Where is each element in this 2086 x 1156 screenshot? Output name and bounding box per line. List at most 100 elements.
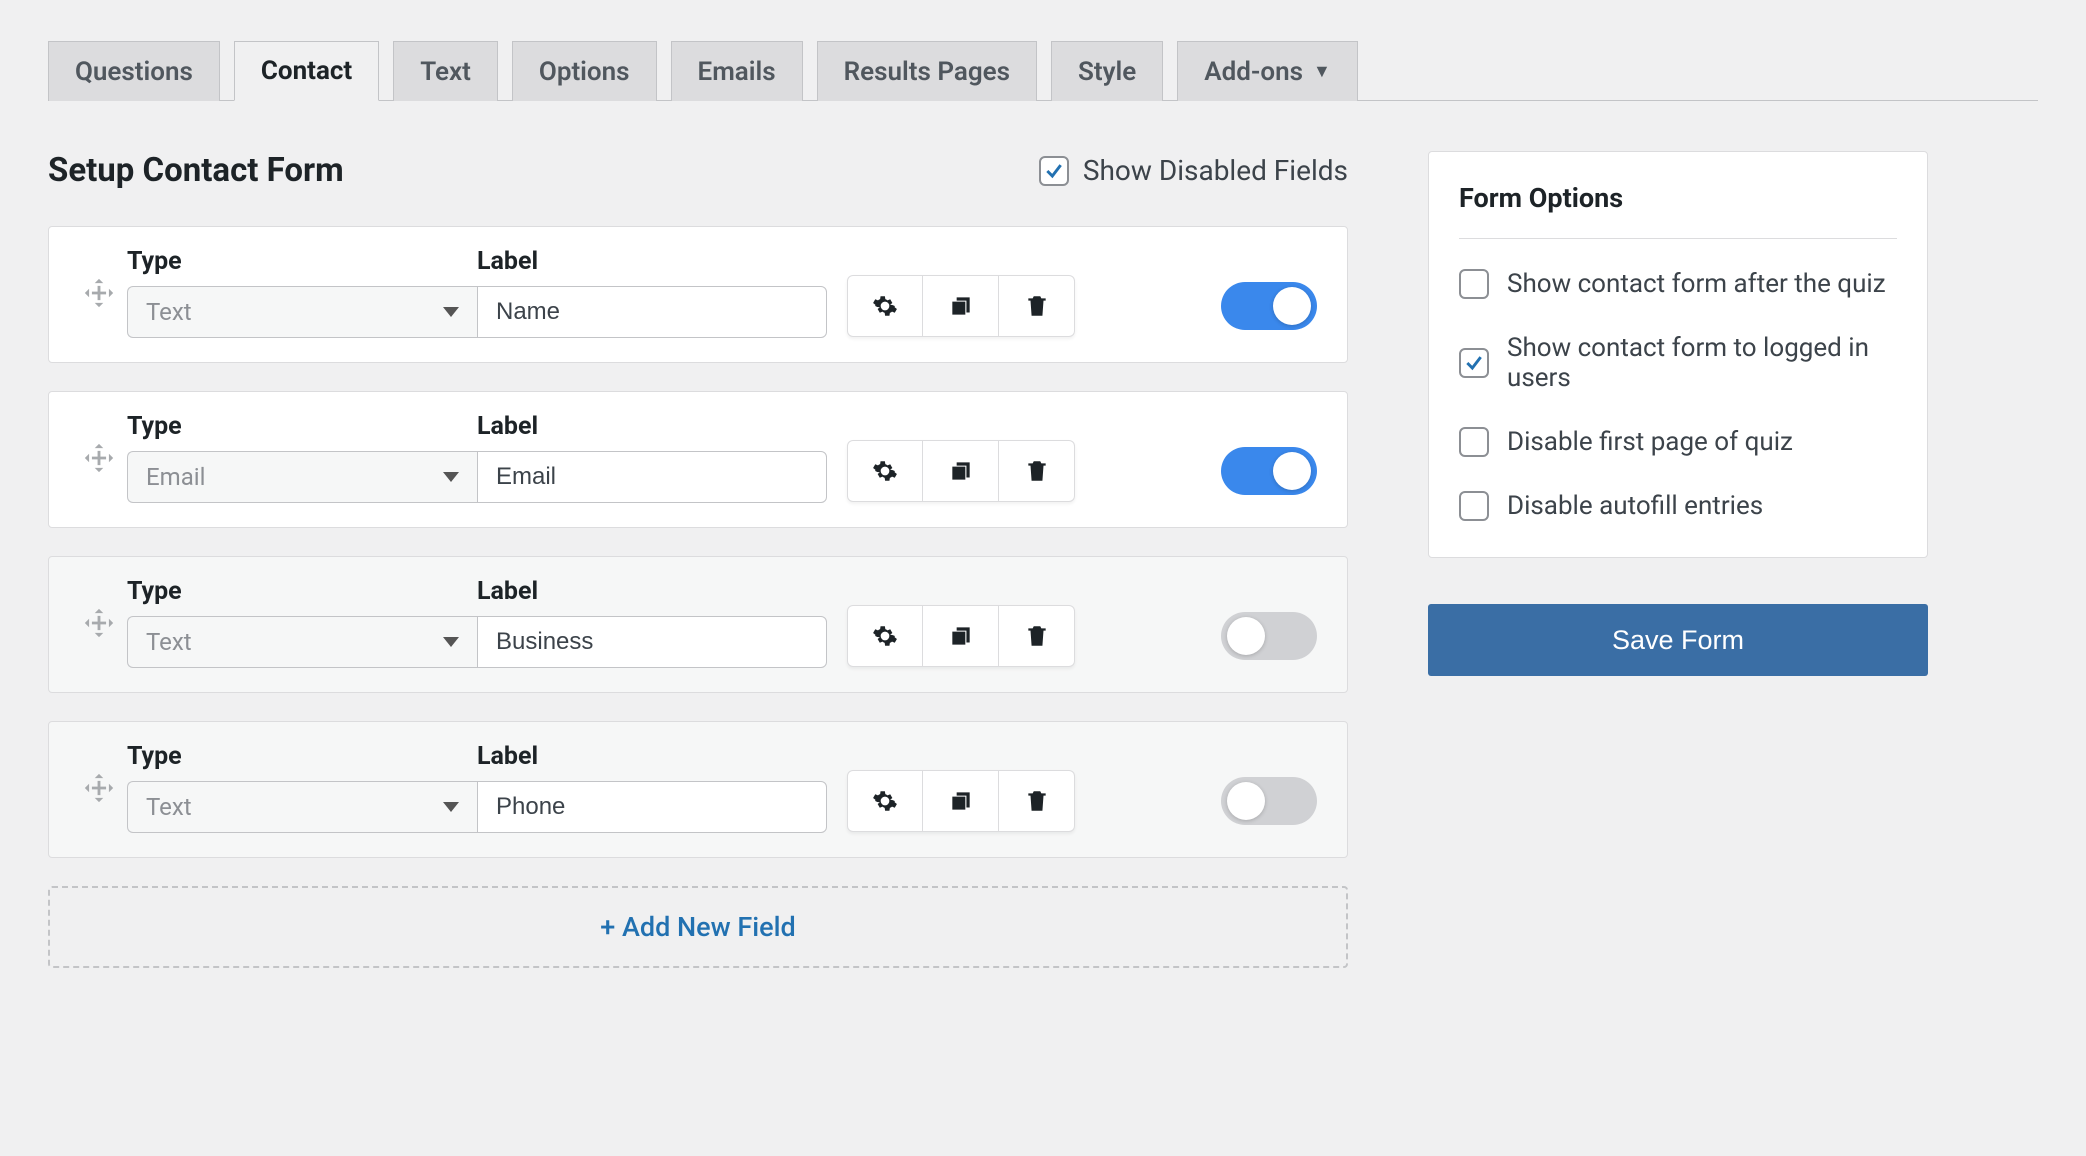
settings-button[interactable] <box>847 770 923 832</box>
option-label: Disable autofill entries <box>1507 491 1763 521</box>
tabs-bar: Questions Contact Text Options Emails Re… <box>48 40 2038 101</box>
field-type-select[interactable]: Text <box>127 286 477 338</box>
drag-handle-icon[interactable] <box>71 771 127 805</box>
field-enabled-toggle[interactable] <box>1221 447 1317 495</box>
save-button-label: Save Form <box>1612 625 1744 656</box>
option-disable-first-page[interactable]: Disable first page of quiz <box>1459 427 1897 457</box>
tab-addons[interactable]: Add-ons ▼ <box>1177 41 1358 101</box>
checkbox-icon <box>1039 156 1069 186</box>
field-enabled-toggle[interactable] <box>1221 777 1317 825</box>
copy-icon <box>948 293 974 319</box>
field-type-value: Text <box>146 793 192 821</box>
trash-icon <box>1024 623 1050 649</box>
gear-icon <box>872 458 898 484</box>
show-disabled-label: Show Disabled Fields <box>1083 154 1348 187</box>
tab-label: Contact <box>261 56 352 86</box>
duplicate-button[interactable] <box>923 275 999 337</box>
trash-icon <box>1024 788 1050 814</box>
tab-options[interactable]: Options <box>512 41 657 101</box>
field-label-input[interactable] <box>477 286 827 338</box>
field-type-value: Text <box>146 298 192 326</box>
field-label-input[interactable] <box>477 451 827 503</box>
field-label-input[interactable] <box>477 616 827 668</box>
checkbox-icon <box>1459 491 1489 521</box>
gear-icon <box>872 623 898 649</box>
checkbox-icon <box>1459 427 1489 457</box>
tab-label: Text <box>420 57 471 87</box>
tab-label: Style <box>1078 57 1136 87</box>
type-header: Type <box>127 577 477 606</box>
field-type-select[interactable]: Text <box>127 616 477 668</box>
drag-handle-icon[interactable] <box>71 441 127 475</box>
delete-button[interactable] <box>999 275 1075 337</box>
delete-button[interactable] <box>999 770 1075 832</box>
field-row: Type Text Label <box>48 226 1348 363</box>
field-row: Type Email Label <box>48 391 1348 528</box>
duplicate-button[interactable] <box>923 605 999 667</box>
drag-handle-icon[interactable] <box>71 276 127 310</box>
tab-emails[interactable]: Emails <box>671 41 803 101</box>
settings-button[interactable] <box>847 275 923 337</box>
add-new-label: + Add New Field <box>600 911 795 943</box>
delete-button[interactable] <box>999 440 1075 502</box>
type-header: Type <box>127 742 477 771</box>
field-enabled-toggle[interactable] <box>1221 612 1317 660</box>
option-show-after-quiz[interactable]: Show contact form after the quiz <box>1459 269 1897 299</box>
caret-down-icon <box>443 802 459 812</box>
checkbox-icon <box>1459 269 1489 299</box>
copy-icon <box>948 458 974 484</box>
field-type-value: Email <box>146 463 205 491</box>
field-row: Type Text Label <box>48 556 1348 693</box>
field-row: Type Text Label <box>48 721 1348 858</box>
type-header: Type <box>127 247 477 276</box>
duplicate-button[interactable] <box>923 770 999 832</box>
option-show-logged-in[interactable]: Show contact form to logged in users <box>1459 333 1897 393</box>
tab-results-pages[interactable]: Results Pages <box>817 41 1037 101</box>
delete-button[interactable] <box>999 605 1075 667</box>
copy-icon <box>948 623 974 649</box>
form-options-panel: Form Options Show contact form after the… <box>1428 151 1928 558</box>
tab-label: Emails <box>698 57 776 87</box>
field-type-select[interactable]: Email <box>127 451 477 503</box>
field-type-value: Text <box>146 628 192 656</box>
caret-down-icon: ▼ <box>1313 61 1331 82</box>
label-header: Label <box>477 247 827 276</box>
tab-label: Add-ons <box>1204 57 1303 87</box>
drag-handle-icon[interactable] <box>71 606 127 640</box>
checkbox-icon <box>1459 348 1489 378</box>
tab-style[interactable]: Style <box>1051 41 1163 101</box>
trash-icon <box>1024 293 1050 319</box>
trash-icon <box>1024 458 1050 484</box>
option-disable-autofill[interactable]: Disable autofill entries <box>1459 491 1897 521</box>
label-header: Label <box>477 742 827 771</box>
option-label: Show contact form after the quiz <box>1507 269 1886 299</box>
label-header: Label <box>477 577 827 606</box>
gear-icon <box>872 293 898 319</box>
caret-down-icon <box>443 637 459 647</box>
panel-title: Form Options <box>1459 182 1897 239</box>
settings-button[interactable] <box>847 440 923 502</box>
field-enabled-toggle[interactable] <box>1221 282 1317 330</box>
tab-label: Results Pages <box>844 57 1010 87</box>
show-disabled-fields-toggle[interactable]: Show Disabled Fields <box>1039 154 1348 187</box>
tab-contact[interactable]: Contact <box>234 41 379 101</box>
option-label: Show contact form to logged in users <box>1507 333 1897 393</box>
save-form-button[interactable]: Save Form <box>1428 604 1928 676</box>
tab-label: Questions <box>75 57 193 87</box>
copy-icon <box>948 788 974 814</box>
caret-down-icon <box>443 307 459 317</box>
page-title: Setup Contact Form <box>48 151 344 190</box>
option-label: Disable first page of quiz <box>1507 427 1793 457</box>
tab-questions[interactable]: Questions <box>48 41 220 101</box>
add-new-field-button[interactable]: + Add New Field <box>48 886 1348 968</box>
duplicate-button[interactable] <box>923 440 999 502</box>
tab-label: Options <box>539 57 630 87</box>
caret-down-icon <box>443 472 459 482</box>
field-label-input[interactable] <box>477 781 827 833</box>
label-header: Label <box>477 412 827 441</box>
gear-icon <box>872 788 898 814</box>
settings-button[interactable] <box>847 605 923 667</box>
tab-text[interactable]: Text <box>393 41 498 101</box>
type-header: Type <box>127 412 477 441</box>
field-type-select[interactable]: Text <box>127 781 477 833</box>
